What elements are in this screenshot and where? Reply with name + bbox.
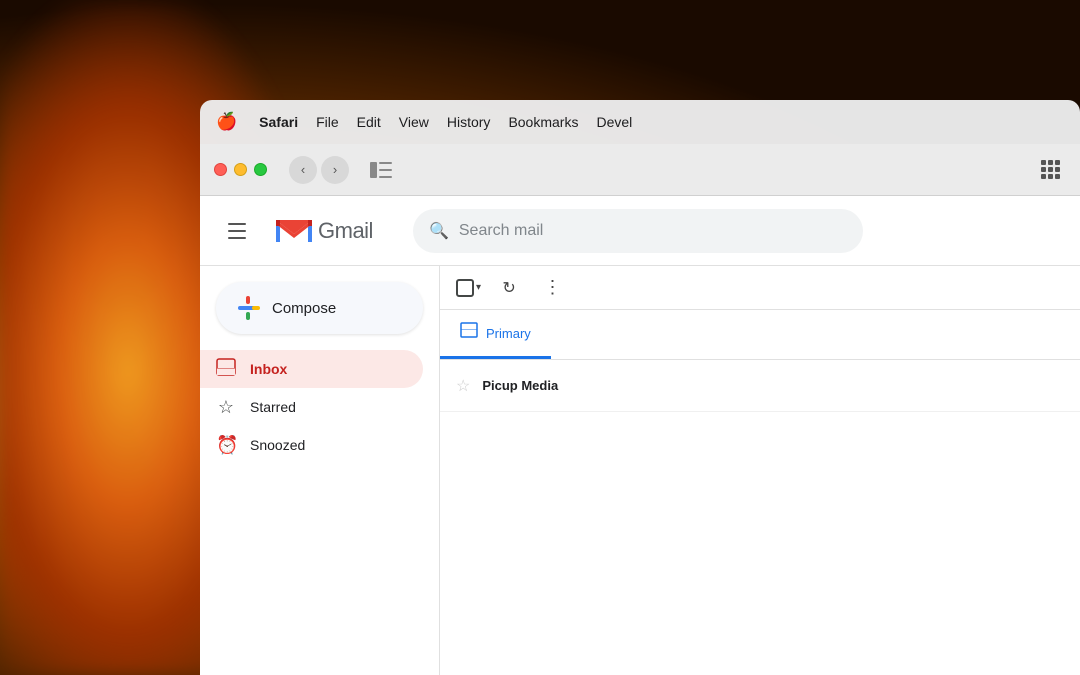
sidebar-item-inbox[interactable]: Inbox xyxy=(200,350,423,388)
email-sender: Picup Media xyxy=(482,378,602,393)
primary-tab-icon xyxy=(460,322,478,345)
search-placeholder-text: Search mail xyxy=(459,222,543,240)
email-toolbar: ▾ ↻ ⋮ xyxy=(440,266,1080,310)
apps-grid-button[interactable] xyxy=(1034,154,1066,186)
sidebar-toggle-icon xyxy=(370,162,392,178)
back-button[interactable]: ‹ xyxy=(289,156,317,184)
compose-label: Compose xyxy=(272,300,336,317)
snoozed-icon: ⏰ xyxy=(216,435,236,456)
sidebar-item-starred[interactable]: ☆ Starred xyxy=(200,388,423,426)
apple-logo-icon[interactable]: 🍎 xyxy=(216,112,237,132)
menu-view[interactable]: View xyxy=(399,114,429,130)
menu-develop[interactable]: Devel xyxy=(596,114,632,130)
forward-button[interactable]: › xyxy=(321,156,349,184)
gmail-header: Gmail 🔍 Search mail xyxy=(200,196,1080,266)
menu-edit[interactable]: Edit xyxy=(357,114,381,130)
laptop-frame: 🍎 Safari File Edit View History Bookmark… xyxy=(200,0,1080,675)
inbox-icon xyxy=(216,358,236,381)
search-bar[interactable]: 🔍 Search mail xyxy=(413,209,863,253)
email-row[interactable]: ☆ Picup Media xyxy=(440,360,1080,412)
hamburger-bar-3 xyxy=(228,237,246,239)
search-icon: 🔍 xyxy=(429,221,449,241)
gmail-m-logo-icon xyxy=(274,216,314,246)
hamburger-bar-2 xyxy=(228,230,246,232)
refresh-button[interactable]: ↻ xyxy=(493,272,525,304)
starred-icon: ☆ xyxy=(216,397,236,418)
refresh-icon: ↻ xyxy=(502,278,515,298)
snoozed-label: Snoozed xyxy=(250,437,305,453)
sidebar-bar-2 xyxy=(379,169,392,171)
email-star-icon[interactable]: ☆ xyxy=(456,376,470,396)
minimize-button[interactable] xyxy=(234,163,247,176)
compose-button[interactable]: Compose xyxy=(216,282,423,334)
hamburger-menu-button[interactable] xyxy=(220,215,254,247)
inbox-label: Inbox xyxy=(250,361,287,377)
back-arrow-icon: ‹ xyxy=(301,162,305,177)
sidebar-item-snoozed[interactable]: ⏰ Snoozed xyxy=(200,426,423,464)
maximize-button[interactable] xyxy=(254,163,267,176)
menu-bookmarks[interactable]: Bookmarks xyxy=(508,114,578,130)
browser-window: ‹ › xyxy=(200,144,1080,675)
starred-label: Starred xyxy=(250,399,296,415)
gmail-logo: Gmail xyxy=(274,216,373,246)
gmail-area: Gmail 🔍 Search mail xyxy=(200,196,1080,675)
menu-file[interactable]: File xyxy=(316,114,339,130)
gmail-sidebar: Compose Inbox ☆ xyxy=(200,266,440,675)
macos-menubar: 🍎 Safari File Edit View History Bookmark… xyxy=(200,100,1080,144)
compose-plus-icon xyxy=(236,296,260,320)
more-options-button[interactable]: ⋮ xyxy=(537,272,569,304)
menu-history[interactable]: History xyxy=(447,114,491,130)
sidebar-toggle-button[interactable] xyxy=(365,156,397,184)
inbox-tabs: Primary xyxy=(440,310,1080,360)
browser-toolbar: ‹ › xyxy=(200,144,1080,196)
sidebar-bar-3 xyxy=(379,176,392,178)
select-all-checkbox[interactable]: ▾ xyxy=(456,279,481,297)
traffic-lights xyxy=(214,163,267,176)
primary-tab-label: Primary xyxy=(486,326,531,341)
forward-arrow-icon: › xyxy=(333,162,337,177)
menu-safari[interactable]: Safari xyxy=(259,114,298,130)
tab-primary[interactable]: Primary xyxy=(440,310,551,359)
gmail-wordmark: Gmail xyxy=(318,218,373,244)
more-dots-icon: ⋮ xyxy=(544,277,563,298)
hamburger-bar-1 xyxy=(228,223,246,225)
close-button[interactable] xyxy=(214,163,227,176)
gmail-main: ▾ ↻ ⋮ xyxy=(440,266,1080,675)
chevron-down-icon: ▾ xyxy=(476,282,481,293)
gmail-body: Compose Inbox ☆ xyxy=(200,266,1080,675)
nav-arrows: ‹ › xyxy=(289,156,349,184)
grid-icon xyxy=(1041,160,1060,179)
checkbox-icon xyxy=(456,279,474,297)
sidebar-bar-1 xyxy=(379,162,392,164)
email-list: ☆ Picup Media xyxy=(440,360,1080,675)
